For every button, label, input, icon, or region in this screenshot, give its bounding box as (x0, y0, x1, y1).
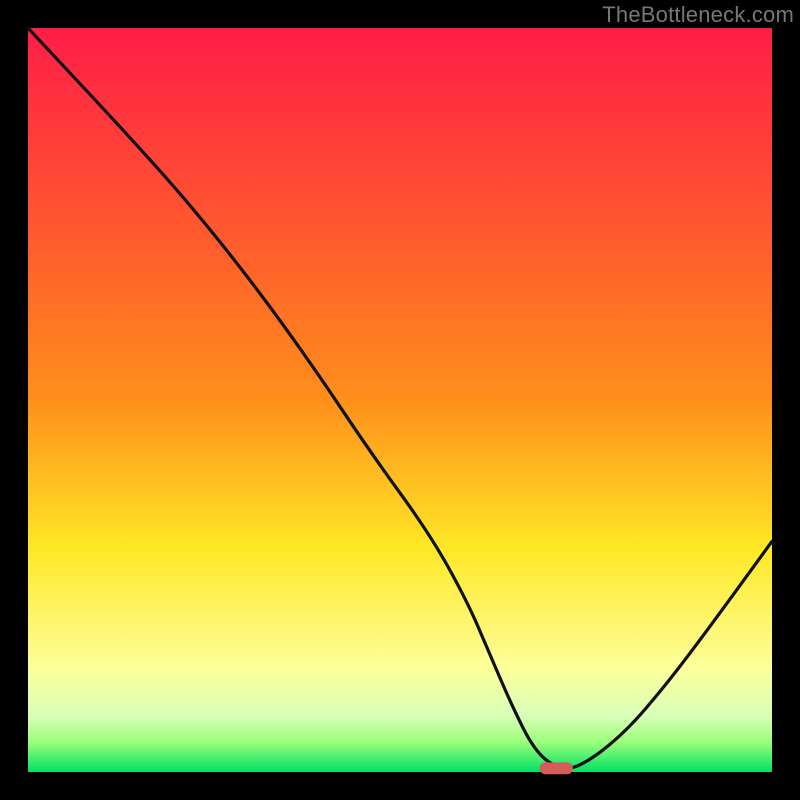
plot-gradient (28, 28, 772, 772)
chart-container: { "watermark": "TheBottleneck.com", "col… (0, 0, 800, 800)
bottleneck-chart (0, 0, 800, 800)
optimal-marker (540, 762, 573, 774)
watermark-text: TheBottleneck.com (602, 2, 794, 28)
